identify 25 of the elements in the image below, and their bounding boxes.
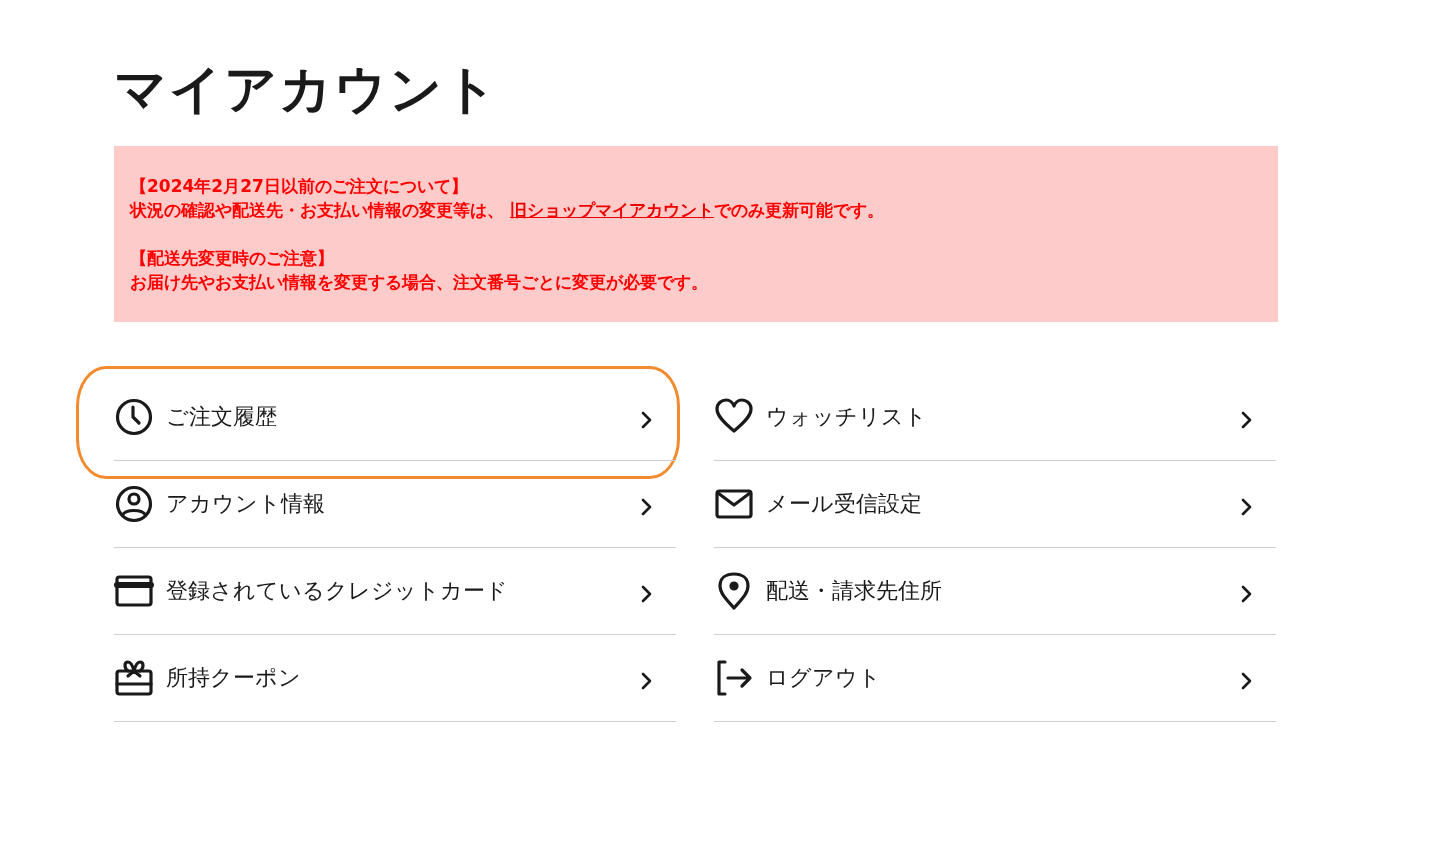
chevron-right-icon <box>1240 497 1254 518</box>
chevron-right-icon <box>640 497 654 518</box>
menu-item[interactable]: 所持クーポン <box>114 635 676 723</box>
chevron-right-icon <box>640 671 654 692</box>
page-title: マイアカウント <box>114 58 500 121</box>
logout-icon <box>714 658 754 699</box>
menu-item[interactable]: アカウント情報 <box>114 461 676 549</box>
clock-icon <box>114 397 154 438</box>
notice-text: 状況の確認や配送先・お支払い情報の変更等は、 旧ショップマイアカウントでのみ更新可能です。 <box>130 199 885 223</box>
menu-item[interactable]: 登録されているクレジットカード <box>114 548 676 636</box>
user-icon <box>114 484 154 525</box>
menu-item[interactable]: ウォッチリスト <box>714 374 1276 462</box>
chevron-right-icon <box>1240 671 1254 692</box>
gift-icon <box>114 658 154 699</box>
menu-item[interactable]: ご注文履歴 <box>114 374 676 462</box>
notice-text: お届け先やお支払い情報を変更する場合、注文番号ごとに変更が必要です。 <box>130 271 709 295</box>
notice-heading: 【2024年2月27日以前のご注文について】 <box>130 175 469 199</box>
menu-item[interactable]: メール受信設定 <box>714 461 1276 549</box>
menu-item[interactable]: ログアウト <box>714 635 1276 723</box>
chevron-right-icon <box>640 584 654 605</box>
chevron-right-icon <box>1240 584 1254 605</box>
chevron-right-icon <box>640 410 654 431</box>
menu-item[interactable]: 配送・請求先住所 <box>714 548 1276 636</box>
chevron-right-icon <box>1240 410 1254 431</box>
notice-heading: 【配送先変更時のご注意】 <box>130 247 335 271</box>
